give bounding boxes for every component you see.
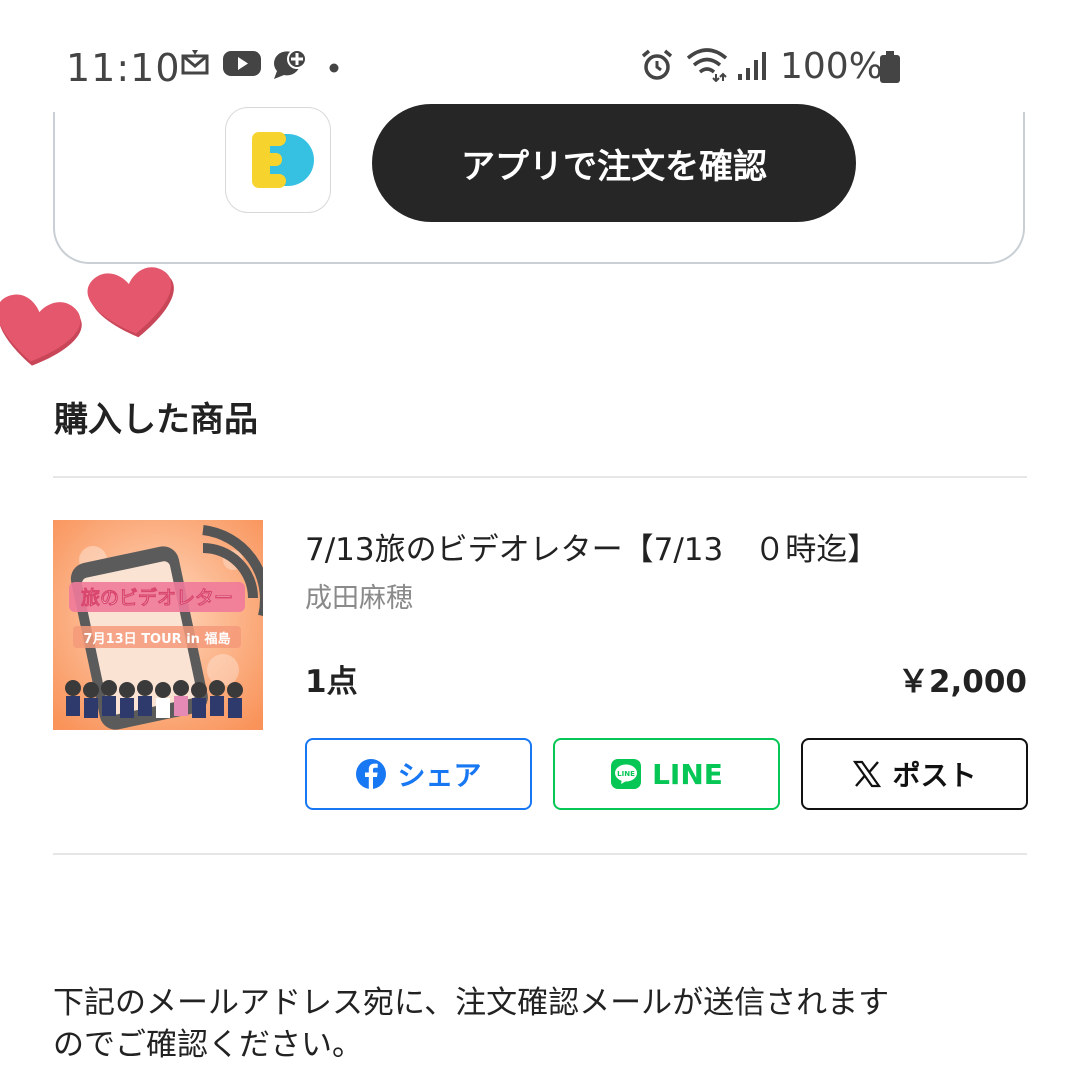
product-price: ￥2,000 — [897, 664, 1027, 700]
x-post-button[interactable]: ポスト — [801, 738, 1028, 810]
dot-icon — [329, 63, 339, 73]
x-icon — [853, 760, 882, 788]
youtube-icon — [223, 51, 261, 76]
line-share-button[interactable]: LINE LINE — [553, 738, 780, 810]
facebook-share-button[interactable]: シェア — [305, 738, 532, 810]
x-post-label: ポスト — [892, 759, 977, 792]
battery-icon — [880, 51, 900, 83]
facebook-share-label: シェア — [397, 759, 482, 792]
mail-icon — [181, 50, 209, 75]
divider — [53, 853, 1027, 855]
product-thumbnail[interactable]: 旅のビデオレター 7月13日 TOUR in 福島 — [53, 520, 263, 730]
wifi-icon — [686, 48, 728, 82]
email-notice-line: のでご確認ください。 — [53, 1027, 363, 1063]
heart-icon — [87, 267, 174, 338]
line-icon: LINE — [611, 759, 642, 789]
product-artist: 成田麻穂 — [305, 583, 413, 614]
chat-plus-icon — [273, 49, 307, 79]
battery-percentage: 100% — [780, 46, 883, 87]
hearts-decoration — [0, 267, 174, 366]
email-notice-line: 下記のメールアドレス宛に、注文確認メールが送信されます — [53, 985, 890, 1021]
alarm-icon — [641, 49, 673, 80]
app-logo-icon[interactable] — [226, 108, 330, 212]
status-time: 11:10 — [66, 46, 181, 90]
confirm-order-in-app-button[interactable]: アプリで注文を確認 — [372, 104, 856, 222]
svg-text:LINE: LINE — [617, 770, 635, 778]
line-share-label: LINE — [652, 757, 723, 791]
email-notice: 下記のメールアドレス宛に、注文確認メールが送信されます のでご確認ください。 — [53, 982, 1033, 1066]
divider — [53, 476, 1027, 478]
heart-icon — [0, 294, 82, 366]
status-bar: 11:10 100% — [0, 0, 1080, 112]
thumbnail-title: 旅のビデオレター — [81, 586, 233, 609]
signal-icon — [738, 52, 766, 80]
product-quantity: 1点 — [305, 664, 358, 700]
facebook-icon — [356, 759, 387, 789]
section-title: 購入した商品 — [54, 400, 258, 440]
product-title[interactable]: 7/13旅のビデオレター【7/13 ０時迄】 — [305, 524, 878, 569]
thumbnail-subtitle: 7月13日 TOUR in 福島 — [84, 631, 231, 647]
